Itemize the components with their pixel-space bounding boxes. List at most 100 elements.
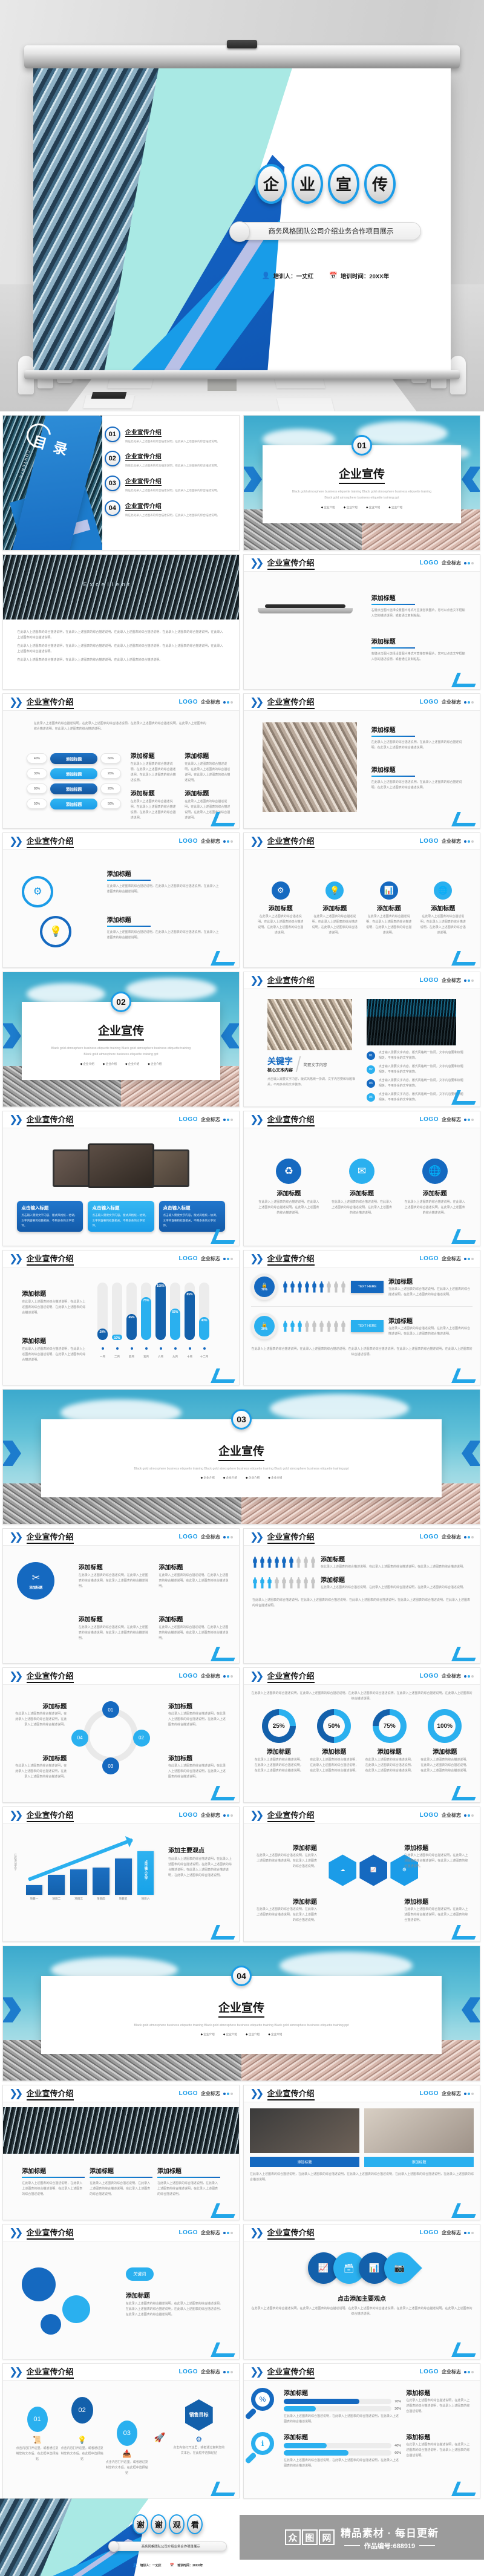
donut-ring: 75% (372, 1709, 407, 1743)
list-item[interactable]: 04 企业宣传介绍 请在此处录入上述图表的综合描述说明，在此录入上述图表的综合描述… (104, 500, 232, 518)
block-body: 在此录入上述图表的综合描述说明，在此录入上述图表的综合描述说明，在此录入上述图表… (420, 915, 466, 935)
pager-dots (464, 1535, 474, 1538)
slide-keyword-circles[interactable]: ❯❯ 企业宣传介绍 LOGO 企业标志 关键词 添加标题 在此录入上述图表的综合… (2, 2224, 240, 2359)
section-number-badge: 04 (231, 1965, 252, 1986)
logo-subtext: 企业标志 (442, 1813, 461, 1818)
people-icon-row (252, 1577, 316, 1589)
watermark-area: 众 图 网 精品素材 · 每日更新 作品编号:688919 (240, 2499, 484, 2576)
block-body: 在此录入上述图表的综合描述说明，在此录入上述图表的综合描述说明，在此录入上述图表… (256, 1854, 317, 1869)
logo-text: LOGO (419, 1812, 439, 1819)
slide-section-03[interactable]: 03 企业宣传 Black gold atmosphere business e… (2, 1389, 480, 1525)
slide-four-icon-columns[interactable]: ❯❯ 企业宣传介绍 LOGO 企业标志 ⚙ 添加标题 在此录入上述图表的综合描述… (243, 832, 480, 968)
title-char-bubble: 传 (364, 163, 396, 204)
footnote: 在此录入上述图表的综合描述说明，在此录入上述图表的综合描述说明，在此录入上述图表… (250, 2172, 474, 2182)
double-chevron-right-icon: ❯❯ (250, 696, 264, 708)
building-photo (263, 722, 358, 812)
section-tags: 企业介绍 企业介绍 企业介绍 企业介绍 (321, 506, 402, 509)
info-icon: ℹ (255, 2436, 270, 2451)
card-title: 添加标题 (422, 1190, 447, 1197)
pager-dots (464, 1814, 474, 1817)
section-tag: 企业介绍 (223, 2033, 237, 2036)
slide-thank-you[interactable]: 谢 谢 观 看 商务风格团队公司介绍业务合作项目展示 👤 培训人：一丈红 📅 培… (0, 2499, 240, 2576)
slide-donut-chart[interactable]: ❯❯ 企业宣传介绍 LOGO 企业标志 在此录入上述图表的综合描述说明，在此录入… (243, 1667, 480, 1803)
slide-header: ❯❯ 企业宣传介绍 LOGO 企业标志 (3, 1111, 239, 1128)
axis-dot (185, 1342, 195, 1353)
logo-subtext: 企业标志 (442, 1256, 461, 1261)
x-axis-labels: 项目一 项目二 项目三 项目四 项目五 项目六 (26, 1897, 154, 1901)
slide-header-logo: LOGO 企业标志 (420, 1534, 474, 1540)
slide-hexagon-stats[interactable]: ❯❯ 企业宣传介绍 LOGO 企业标志 添加标题 在此录入上述图表的综合描述说明… (243, 1806, 480, 1942)
person-icon (327, 1320, 331, 1332)
slide-header: ❯❯ 企业宣传介绍 LOGO 企业标志 (244, 1111, 480, 1128)
slide-pipeline[interactable]: ❯❯ 企业宣传介绍 LOGO 企业标志 01 📜 点击内容打开这里，或者通过复制… (2, 2363, 240, 2499)
slide-magnifier-stats[interactable]: ❯❯ 企业宣传介绍 LOGO 企业标志 % 添加标题 70% 30% 在此录入上… (243, 2363, 480, 2499)
slide-header-title: 企业宣传介绍 (26, 2087, 74, 2100)
bar-column: 20% (97, 1283, 108, 1341)
text-block-2: 添加标题 在此录入上述图表的综合描述说明，在此录入上述图表的综合描述说明，在此录… (106, 915, 220, 941)
people-stat-row: 添加标题 在此录入上述图表的综合描述说明，在此录入上述图表的综合描述说明，在此录… (252, 1554, 471, 1570)
list-item[interactable]: 02 企业宣传介绍 请在此处录入上述图表的综合描述说明，在此录入上述图表的综合描述… (104, 451, 232, 469)
slide-three-round-icons[interactable]: ❯❯ 企业宣传介绍 LOGO 企业标志 ♻ 添加标题 在此录入上述图表的综合描述… (243, 1111, 480, 1246)
slide-header: ❯❯ 企业宣传介绍 LOGO 企业标志 (244, 2225, 480, 2241)
slide-two-circles[interactable]: ❯❯ 企业宣传介绍 LOGO 企业标志 ⚙ 💡 添加标题 在此录入上述图表的综合… (2, 832, 240, 968)
block-title: 添加标题 (406, 2390, 431, 2397)
slide-header-title: 企业宣传介绍 (267, 2087, 315, 2100)
axis-dot (170, 1342, 180, 1353)
slide-building-cards[interactable]: ❯❯ 企业宣传介绍 LOGO 企业标志 添加标题 在此录入上述图表的综合描述说明… (243, 693, 480, 829)
logo-subtext: 企业标志 (201, 1117, 220, 1122)
slide-header-title: 企业宣传介绍 (26, 835, 74, 848)
slide-leaf-icons[interactable]: ❯❯ 企业宣传介绍 LOGO 企业标志 📈 🗃 📊 📷 点击添加主要观点 在此录… (243, 2224, 480, 2359)
icon-card: ✉ 添加标题 在此录入上述图表的综合描述说明，在此录入上述图表的综合描述说明，在… (331, 1158, 392, 1216)
slide-section-01[interactable]: 01 企业宣传 Black gold atmosphere business e… (243, 415, 480, 551)
brand-logo: 众 图 网 (284, 2529, 335, 2545)
double-chevron-right-icon: ❯❯ (9, 696, 23, 708)
section-tag: 企业介绍 (268, 2033, 282, 2036)
donut-ring: 100% (428, 1709, 462, 1743)
toc-item-title: 企业宣传介绍 (125, 501, 162, 511)
pill-left-value: 40% (27, 753, 47, 764)
slide-body: 添加标题 在此录入上述图表的综合描述说明，在此录入上述图表的综合描述说明，在此录… (3, 2102, 239, 2220)
person-icon (298, 1281, 302, 1293)
pill-text-col-2: 添加标题 在此录入上述图表的综合描述说明，在此录入上述图表的综合描述说明，在此录… (185, 751, 232, 783)
gear-icon: ⚙ (271, 881, 290, 900)
slide-mesh-text[interactable]: Excellent 在此录入上述图表的综合描述说明，在此录入上述图表的综合描述说… (2, 554, 240, 690)
photo-label: 添加标题 (364, 2157, 474, 2167)
list-item[interactable]: 03 企业宣传介绍 请在此处录入上述图表的综合描述说明，在此录入上述图表的综合描述… (104, 476, 232, 494)
block-body: 在此录入上述图表的综合描述说明，在此录入上述图表的综合描述说明，在此录入上述图表… (90, 2181, 151, 2196)
slide-keyword[interactable]: ❯❯ 企业宣传介绍 LOGO 企业标志 关键字 核心文本内容 简要文字内容 点击… (243, 972, 480, 1107)
slide-laptop-two-titles[interactable]: ❯❯ 企业宣传介绍 LOGO 企业标志 添加标题 右键点击图片选择设置图片格式可… (243, 554, 480, 690)
slide-header: ❯❯ 企业宣传介绍 LOGO 企业标志 (244, 1529, 480, 1546)
slide-contents[interactable]: CONTENTS 目 录 01 企业宣传介绍 请在此处录入上述图表的综合描述说明，… (2, 415, 240, 551)
person-icon (282, 1556, 286, 1568)
inbox-icon: 📥 (122, 2449, 132, 2458)
text-here-button[interactable]: TEXT HERE (351, 1320, 384, 1332)
slide-capsule-bar-chart[interactable]: ❯❯ 企业宣传介绍 LOGO 企业标志 添加标题 在此录入上述图表的综合描述说明… (2, 1250, 240, 1385)
slide-circular-diagram[interactable]: ❯❯ 企业宣传介绍 LOGO 企业标志 01 02 03 04 添加标题 在此录… (2, 1667, 240, 1803)
logo-text: LOGO (178, 1116, 198, 1123)
bar-column: 100% (155, 1283, 166, 1341)
keyword-photo-left (267, 998, 353, 1050)
slide-growth-chart[interactable]: ❯❯ 企业宣传介绍 LOGO 企业标志 点击输入文字 项目一 项目二 项目三 项目四 项目… (2, 1806, 240, 1942)
text-block-1: 添加标题 在此录入上述图表的综合描述说明，在此录入上述图表的综合描述说明，在此录… (106, 869, 220, 895)
slide-people-infographic[interactable]: ❯❯ 企业宣传介绍 LOGO 企业标志 🔒 70% TEXT HERE 添加标题… (243, 1250, 480, 1385)
slide-three-laptops[interactable]: ❯❯ 企业宣传介绍 LOGO 企业标志 点击输入标题 点击输入需要文字内容，版式… (2, 1111, 240, 1246)
section-tag: 企业介绍 (201, 1476, 214, 1480)
bar (70, 1869, 87, 1895)
slide-photo-pair[interactable]: ❯❯ 企业宣传介绍 LOGO 企业标志 添加标题 添加标题 在此录入上述图表的综… (243, 2085, 480, 2220)
slide-section-02[interactable]: 02 企业宣传 Black gold atmosphere business e… (2, 972, 240, 1107)
slide-mesh-strip[interactable]: ❯❯ 企业宣传介绍 LOGO 企业标志 添加标题 在此录入上述图表的综合描述说明… (2, 2085, 240, 2220)
bar-track (284, 2450, 392, 2456)
bar-fill: 20% (97, 1329, 108, 1341)
person-icon (275, 1556, 279, 1568)
people-text: 添加标题 在此录入上述图表的综合描述说明，在此录入上述图表的综合描述说明，在此录… (388, 1316, 473, 1337)
list-item[interactable]: 01 企业宣传介绍 请在此处录入上述图表的综合描述说明，在此录入上述图表的综合描述… (104, 426, 232, 445)
slide-section-04[interactable]: 04 企业宣传 Black gold atmosphere business e… (2, 1946, 480, 2081)
slide-icon-cross[interactable]: ❯❯ 企业宣传介绍 LOGO 企业标志 ✂ 添加标题 添加标题 在此录入上述图表… (2, 1528, 240, 1664)
text-here-button[interactable]: TEXT HERE (351, 1281, 384, 1293)
person-icon (267, 1556, 272, 1568)
notebook (91, 392, 127, 399)
block-body: 在此录入上述图表的综合描述说明，在此录入上述图表的综合描述说明，在此录入上述图表… (321, 1586, 466, 1589)
slide-people-bars[interactable]: ❯❯ 企业宣传介绍 LOGO 企业标志 添加标题 在此录入上述图表的综合描述说明… (243, 1528, 480, 1664)
block-title: 添加标题 (321, 1557, 345, 1563)
slide-pill-chart[interactable]: ❯❯ 企业宣传介绍 LOGO 企业标志 在此录入上述图表的综合描述说明，在此录入… (2, 693, 240, 829)
